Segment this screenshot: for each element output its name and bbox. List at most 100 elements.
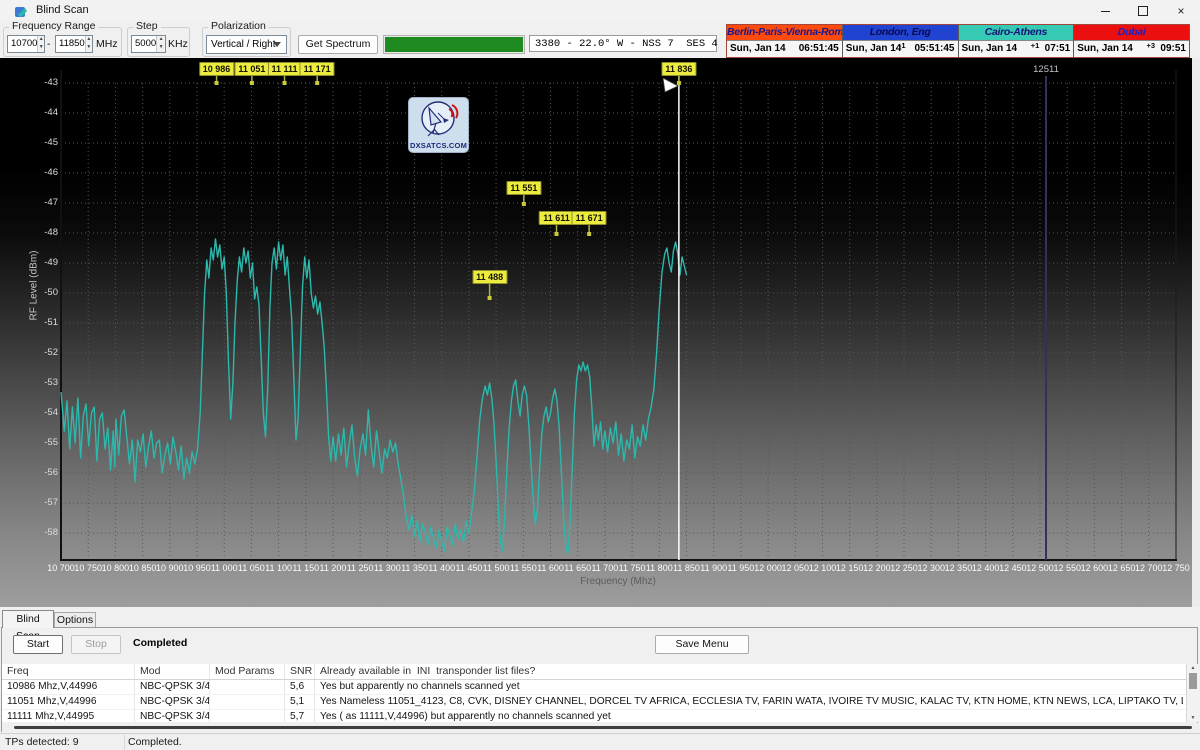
hscroll-thumb[interactable] — [14, 726, 1192, 729]
cell-available: Yes ( as 11111,V,44996) but apparently n… — [315, 710, 1183, 722]
polarization-group: Polarization Vertical / Right — [202, 27, 291, 57]
spin-down-icon[interactable]: ▼ — [38, 44, 44, 52]
window-title: Blind Scan — [36, 4, 89, 16]
table-row[interactable]: 11111 Mhz,V,44995NBC-QPSK 3/45,7Yes ( as… — [2, 710, 1186, 722]
minimize-icon — [1101, 11, 1110, 12]
header-cell-mod[interactable]: Mod — [135, 664, 210, 679]
polarization-value: Vertical / Right — [211, 39, 275, 50]
frequency-to-spinner[interactable]: 11850 ▲▼ — [55, 35, 93, 53]
clock-utc-offset: -1 — [899, 41, 906, 50]
polarization-label: Polarization — [208, 20, 269, 32]
clock-panel-2: London, EngSun, Jan 14-105:51:45 — [842, 25, 958, 57]
frequency-from-spin-buttons[interactable]: ▲▼ — [37, 36, 44, 52]
stop-button[interactable]: Stop — [71, 635, 121, 654]
table-row[interactable]: 10986 Mhz,V,44996NBC-QPSK 3/45,6Yes but … — [2, 680, 1186, 695]
clock-time-row: Sun, Jan 14-105:51:45 — [843, 40, 958, 57]
maximize-button[interactable] — [1124, 0, 1162, 22]
spin-up-icon[interactable]: ▲ — [86, 36, 92, 44]
step-spin-buttons[interactable]: ▲▼ — [156, 36, 165, 52]
frequency-to-value[interactable]: 11850 — [56, 36, 85, 52]
step-value[interactable]: 5000 — [132, 36, 156, 52]
y-tick-label: -45 — [28, 137, 58, 148]
cell-mod: NBC-QPSK 3/4 — [135, 710, 210, 722]
vscroll-thumb[interactable] — [1189, 673, 1197, 689]
tp-marker-label: 11 671 — [572, 211, 607, 225]
y-tick-label: -49 — [28, 257, 58, 268]
step-label: Step — [133, 20, 161, 32]
table-horizontal-scrollbar[interactable] — [2, 723, 1198, 732]
frequency-from-value[interactable]: 10700 — [8, 36, 37, 52]
step-spinner[interactable]: 5000 ▲▼ — [131, 35, 166, 53]
start-button[interactable]: Start — [13, 635, 63, 654]
bottom-panel: Blind ScanOptions Start Stop Completed S… — [0, 607, 1200, 733]
spectrum-plot — [0, 58, 1200, 607]
satellite-info-box[interactable]: 3380 - 22.0° W - NSS 7 SES 4 — [529, 35, 717, 52]
step-unit-label: KHz — [168, 38, 188, 50]
scroll-down-icon[interactable]: ▼ — [1187, 715, 1199, 721]
y-tick-label: -56 — [28, 467, 58, 478]
table-vertical-scrollbar[interactable]: ▲ ▼ — [1186, 664, 1199, 722]
cell-freq: 11111 Mhz,V,44995 — [2, 710, 135, 722]
save-menu-button[interactable]: Save Menu — [655, 635, 749, 654]
y-tick-label: -57 — [28, 497, 58, 508]
spectrum-trace — [61, 239, 687, 554]
tab-options[interactable]: Options — [54, 612, 96, 628]
clock-time: 06:51:45 — [799, 43, 839, 54]
tp-marker-dot — [283, 81, 287, 85]
minimize-button[interactable] — [1086, 0, 1124, 22]
cell-mod: NBC-QPSK 3/4 — [135, 695, 210, 709]
mouse-cursor-icon — [663, 78, 678, 92]
spin-down-icon[interactable]: ▼ — [157, 44, 165, 52]
cell-available: Yes but apparently no channels scanned y… — [315, 680, 1183, 694]
tab-blind-scan[interactable]: Blind Scan — [2, 610, 54, 628]
tp-marker-label: 10 986 — [199, 62, 235, 76]
clock-city-label: Cairo-Athens — [959, 25, 1074, 40]
tp-marker-dot — [522, 202, 526, 206]
y-tick-label: -48 — [28, 227, 58, 238]
spin-up-icon[interactable]: ▲ — [38, 36, 44, 44]
title-bar: Blind Scan × — [0, 0, 1200, 23]
clock-date: Sun, Jan 14 — [730, 43, 786, 54]
table-row[interactable]: 11051 Mhz,V,44996NBC-QPSK 3/45,1Yes Name… — [2, 695, 1186, 710]
tp-marker-dot — [250, 81, 254, 85]
frequency-unit-label: MHz — [96, 38, 118, 50]
x-tick-label: 12 750 — [1160, 563, 1192, 573]
clock-date: Sun, Jan 14 — [1077, 43, 1133, 54]
cell-modparams — [210, 680, 285, 694]
header-cell-snr[interactable]: SNR — [285, 664, 315, 679]
get-spectrum-button[interactable]: Get Spectrum — [298, 35, 378, 54]
y-tick-label: -53 — [28, 377, 58, 388]
app-icon — [14, 4, 29, 19]
y-tick-label: -51 — [28, 317, 58, 328]
clock-panel-1: Berlin-Paris-Vienna-RomaSun, Jan 1406:51… — [727, 25, 842, 57]
step-group: Step 5000 ▲▼ KHz — [127, 27, 190, 57]
header-cell-available[interactable]: Already available in INI transponder lis… — [315, 664, 1183, 679]
tp-marker-label: 11 171 — [300, 62, 335, 76]
frequency-from-spinner[interactable]: 10700 ▲▼ — [7, 35, 45, 53]
tp-marker-label: 11 836 — [661, 62, 696, 76]
scroll-up-icon[interactable]: ▲ — [1187, 665, 1199, 671]
y-tick-label: -50 — [28, 287, 58, 298]
tp-marker-label: 11 111 — [268, 62, 302, 76]
clock-time-row: Sun, Jan 14+107:51 — [959, 40, 1074, 57]
spectrum-chart[interactable]: RF Level (dBm) Frequency (Mhz) DXSATCS.C… — [0, 58, 1200, 607]
frequency-to-spin-buttons[interactable]: ▲▼ — [85, 36, 92, 52]
progress-fill — [385, 37, 523, 52]
cell-freq: 10986 Mhz,V,44996 — [2, 680, 135, 694]
tp-marker-label: 11 051 — [234, 62, 269, 76]
polarization-dropdown[interactable]: Vertical / Right — [206, 35, 287, 54]
tp-marker-label: 11 551 — [506, 181, 541, 195]
status-bar: TPs detected: 9 Completed. — [0, 733, 1200, 750]
cell-modparams — [210, 695, 285, 709]
x-axis-title: Frequency (Mhz) — [0, 576, 1200, 587]
close-button[interactable]: × — [1162, 0, 1200, 22]
spin-up-icon[interactable]: ▲ — [157, 36, 165, 44]
header-cell-modparams[interactable]: Mod Params — [210, 664, 285, 679]
header-cell-freq[interactable]: Freq — [2, 664, 135, 679]
spin-down-icon[interactable]: ▼ — [86, 44, 92, 52]
clock-city-label: Dubai — [1074, 25, 1189, 40]
clock-panel-4: DubaiSun, Jan 14+309:51 — [1073, 25, 1189, 57]
y-tick-label: -55 — [28, 437, 58, 448]
cell-snr: 5,1 — [285, 695, 315, 709]
clock-time: 09:51 — [1160, 43, 1186, 54]
